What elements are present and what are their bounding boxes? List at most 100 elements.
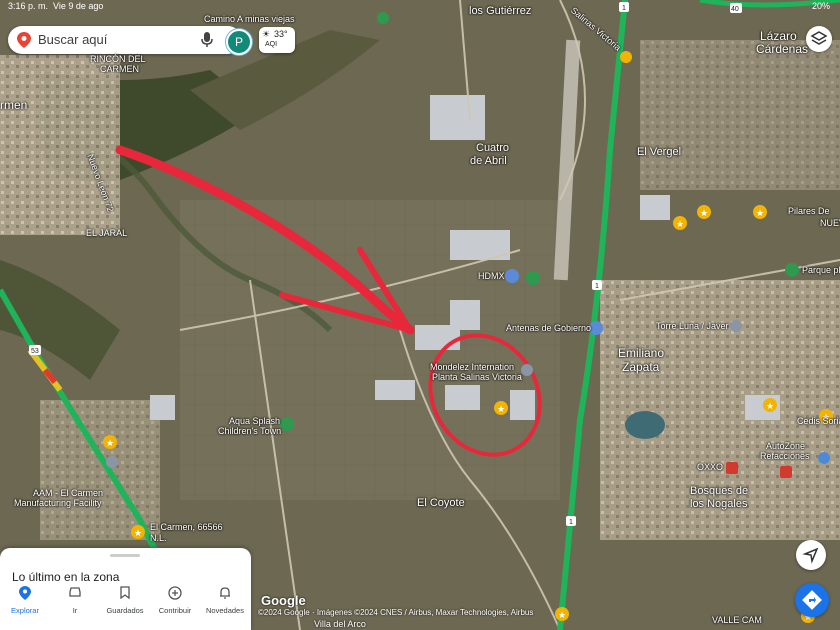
satellite-map[interactable]: 53 1 1 1 40 ★ ★ ★ ★ ★ ★ ★ ★ ★ ★ — [0, 0, 840, 630]
svg-text:★: ★ — [558, 610, 566, 620]
microphone-icon[interactable] — [201, 32, 213, 48]
place-label: Bosques de — [690, 485, 749, 497]
svg-text:★: ★ — [756, 208, 764, 218]
explore-pin-icon — [19, 586, 31, 600]
place-label: VALLE CAM — [712, 615, 762, 625]
nav-go[interactable]: Ir — [50, 582, 100, 615]
layers-icon — [810, 31, 828, 45]
place-label: rmen — [0, 98, 28, 112]
place-label: Cedis Soria — [797, 416, 840, 426]
directions-icon — [802, 590, 822, 610]
place-label: NUEV — [820, 218, 840, 228]
place-label: Cuatro — [476, 142, 510, 154]
gas-icon[interactable] — [620, 51, 632, 63]
place-label: de Abril — [470, 155, 507, 167]
nav-label: Explorar — [11, 606, 39, 615]
factory-icon[interactable] — [106, 456, 118, 468]
navigation-arrow-icon — [802, 547, 819, 564]
place-label: Torre Luna / Javer — [656, 321, 729, 331]
nav-contribute[interactable]: Contribuir — [150, 582, 200, 615]
route-marker: 1 — [619, 2, 629, 12]
place-label: RINCÓN DEL — [90, 54, 146, 64]
place-label: Emiliano — [618, 346, 665, 360]
bookmark-icon — [120, 586, 130, 600]
nav-label: Novedades — [206, 606, 244, 615]
poi-star-icon[interactable]: ★ — [763, 398, 777, 412]
my-location-button[interactable] — [796, 540, 826, 570]
drag-handle[interactable] — [110, 554, 140, 557]
place-label: Lázaro — [760, 29, 797, 43]
nav-updates[interactable]: Novedades — [200, 582, 250, 615]
place-label: CARMEN — [100, 64, 140, 74]
poi-star-icon[interactable]: ★ — [555, 607, 569, 621]
weather-sun-icon: ☀ — [262, 29, 271, 39]
svg-text:★: ★ — [497, 404, 505, 414]
add-circle-icon — [168, 586, 182, 600]
nav-explore[interactable]: Explorar — [0, 582, 50, 615]
place-pin-icon[interactable] — [521, 364, 533, 376]
place-label: Aqua Splash — [229, 416, 281, 426]
place-label: EL JARAL — [86, 228, 128, 238]
place-label: AutoZone — [766, 441, 806, 451]
building-icon[interactable] — [505, 269, 519, 283]
store-icon[interactable] — [726, 462, 738, 474]
flag-icon[interactable] — [526, 271, 540, 285]
attribution-text: ©2024 Google · Imágenes ©2024 CNES / Air… — [258, 608, 534, 617]
place-pin-icon[interactable] — [730, 320, 742, 332]
park-icon[interactable] — [377, 12, 389, 24]
route-marker: 53 — [29, 345, 41, 355]
place-label: El Carmen, 66566 — [150, 522, 223, 532]
maps-pin-icon — [17, 32, 31, 48]
nav-label: Guardados — [106, 606, 144, 615]
svg-text:★: ★ — [106, 438, 114, 448]
nav-saved[interactable]: Guardados — [100, 582, 150, 615]
place-label: Zapata — [622, 360, 660, 374]
svg-text:1: 1 — [569, 519, 573, 526]
directions-button[interactable] — [795, 583, 829, 617]
antenna-icon[interactable] — [589, 321, 603, 335]
layers-button[interactable] — [806, 26, 832, 52]
place-label: Pilares De — [788, 206, 830, 216]
poi-star-icon[interactable]: ★ — [673, 216, 687, 230]
place-label: Planta Salinas Victoria — [432, 372, 522, 382]
svg-text:1: 1 — [595, 283, 599, 290]
bell-icon — [220, 587, 230, 599]
aqi-label: AQI — [265, 41, 278, 48]
place-label: Refacciones — [760, 451, 810, 461]
store-icon[interactable] — [818, 452, 830, 464]
place-label: El Coyote — [417, 497, 465, 509]
place-label: El Vergel — [637, 146, 682, 158]
route-marker: 1 — [592, 280, 602, 290]
place-label: HDMX — [478, 271, 505, 281]
avatar[interactable]: P — [226, 29, 252, 55]
park-icon[interactable] — [280, 417, 294, 431]
place-label: los Gutiérrez — [469, 5, 532, 17]
poi-star-icon[interactable]: ★ — [103, 435, 117, 449]
place-label: Children's Town — [218, 426, 282, 436]
place-label: OXXO — [697, 462, 724, 472]
place-label: Parque pl — [802, 265, 840, 275]
urban-area-west — [0, 55, 120, 235]
poi-star-icon[interactable]: ★ — [697, 205, 711, 219]
search-bar[interactable]: Buscar aquí P — [8, 26, 252, 55]
place-label: los Nogales — [690, 498, 748, 510]
place-label: Antenas de Gobierno — [506, 323, 592, 333]
search-input[interactable]: Buscar aquí — [38, 32, 107, 47]
urban-area-north — [640, 40, 840, 190]
place-label: Cárdenas — [756, 42, 809, 56]
google-logo: Google — [261, 593, 306, 608]
place-label: N.L. — [150, 533, 167, 543]
nav-label: Contribuir — [158, 606, 192, 615]
poi-star-icon[interactable]: ★ — [494, 401, 508, 415]
place-label: Villa del Arco — [314, 619, 366, 629]
status-time: 3:16 p. m. Vie 9 de ago — [8, 1, 104, 11]
poi-star-icon[interactable]: ★ — [131, 525, 145, 539]
poi-star-icon[interactable]: ★ — [753, 205, 767, 219]
park-icon[interactable] — [785, 263, 799, 277]
route-marker: 40 — [730, 3, 742, 13]
place-label: Manufacturing Facility — [14, 498, 102, 508]
store-icon[interactable] — [780, 466, 792, 478]
pond — [625, 411, 665, 439]
weather-chip[interactable]: ☀ 33° AQI — [259, 27, 295, 53]
place-label: Camino A minas viejas — [204, 14, 295, 24]
